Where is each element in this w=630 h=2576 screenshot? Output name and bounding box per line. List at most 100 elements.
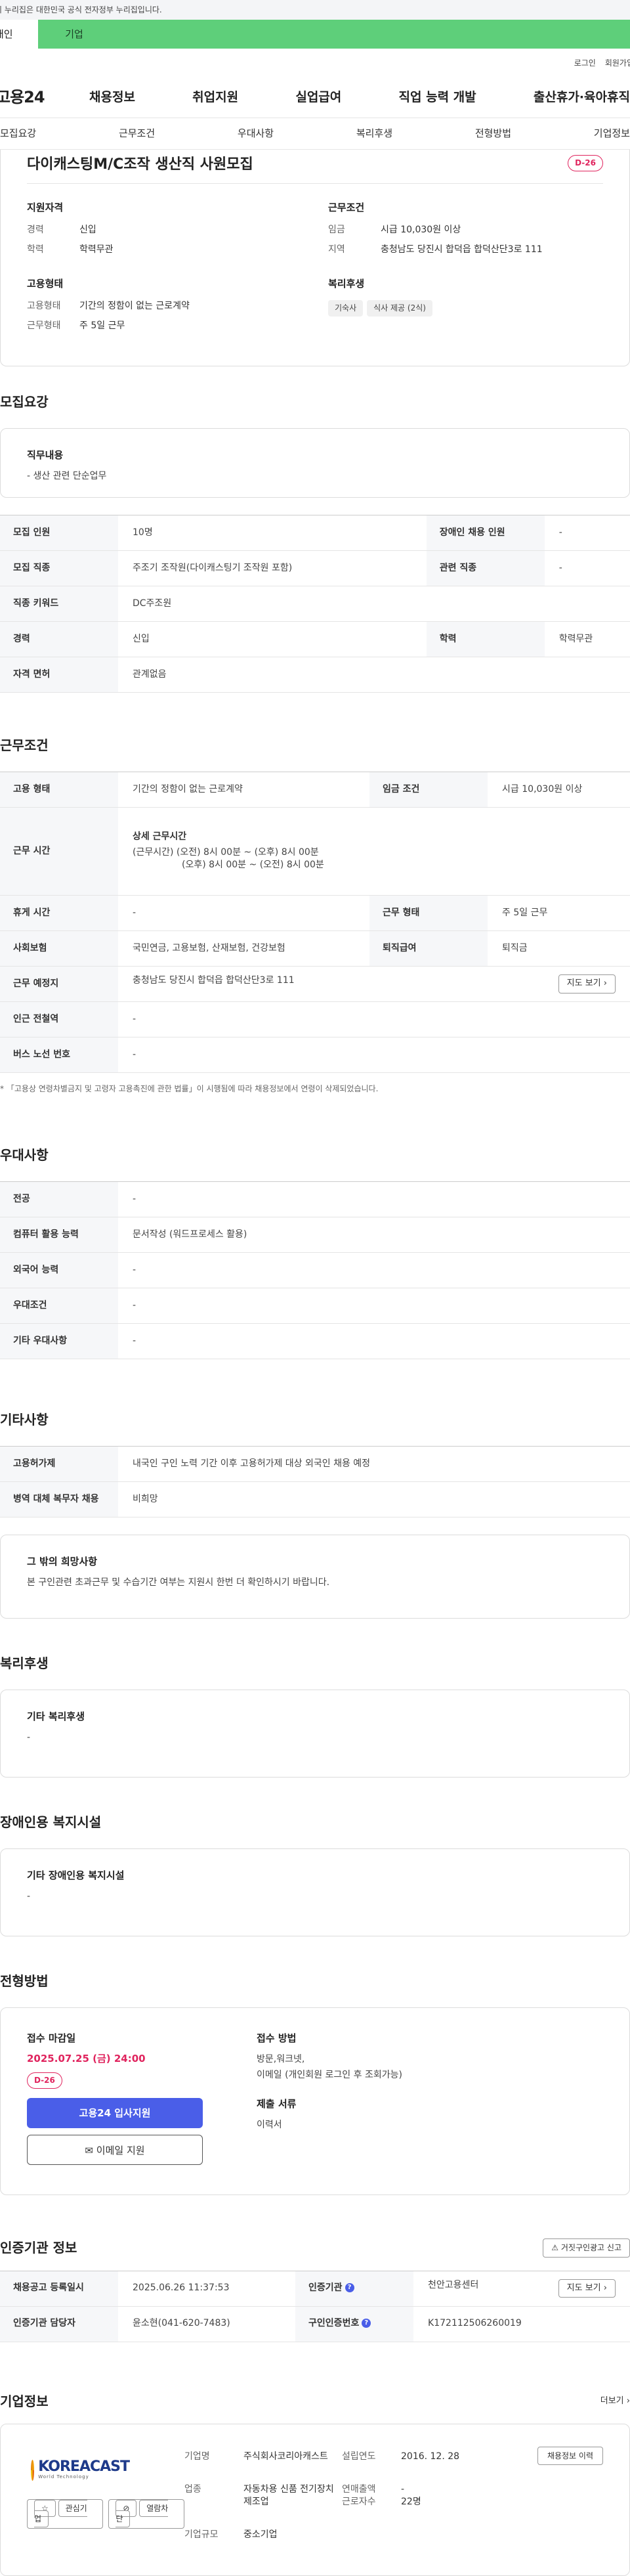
site-logo[interactable]: 고용24 [0, 87, 75, 109]
company-card: KOREACAST World Technology ☆ 관심기업 ⊘ 열람차단 … [0, 2423, 630, 2576]
gnb-item-leave[interactable]: 출산휴가·육아휴직 [519, 89, 630, 106]
report-button[interactable]: ⚠ 거짓구인광고 신고 [543, 2238, 630, 2258]
industry-label: 업종 [184, 2483, 201, 2495]
table-row: 모집 직종 주조기 조작원(다이캐스팅기 조작원 포함) 관련 직종 - [0, 550, 630, 586]
region-value: 충청남도 당진시 합덕읍 합덕산단3로 111 [381, 244, 543, 255]
table-header: 전공 [0, 1181, 118, 1217]
place-value: 충청남도 당진시 합덕읍 합덕산단3로 111 [133, 975, 295, 986]
table-row: 모집 인원 10명 장애인 채용 인원 - [0, 515, 630, 551]
cert-table: 채용공고 등록일시 2025.06.26 11:37:53 인증기관? 천안고용센터 지… [0, 2270, 630, 2342]
qualification-heading: 지원자격 [27, 202, 64, 213]
tab-prefer[interactable]: 우대사항 [238, 127, 274, 141]
company-actions: ☆ 관심기업 ⊘ 열람차단 [27, 2499, 184, 2529]
company-section-title: 기업정보 [0, 2393, 49, 2409]
more-link[interactable]: 더보기 › [600, 2395, 630, 2407]
size-label: 기업규모 [184, 2529, 219, 2541]
table-header: 고용허가제 [0, 1446, 118, 1482]
map-button[interactable]: 지도 보기 › [558, 2279, 616, 2298]
tab-company[interactable]: 기업정보 [594, 127, 630, 141]
table-header: 구인인증번호? [295, 2306, 414, 2342]
favorite-company-button[interactable]: ☆ 관심기업 [27, 2499, 104, 2529]
gnb-item-benefit[interactable]: 실업급여 [281, 89, 356, 106]
emp-type-value: 기간의 정함이 없는 근로계약 [79, 301, 190, 312]
wage-value: 시급 10,030원 이상 [381, 225, 461, 235]
summary-grid: 지원자격 경력 신입 학력 학력무관 근무조건 임금 시급 10,030원 이상 지역… [27, 201, 603, 339]
apply-section-title: 전형방법 [0, 1973, 49, 1989]
email-apply-button[interactable]: ✉ 이메일 지원 [27, 2134, 203, 2165]
dday-badge: D-26 [568, 155, 603, 171]
history-button[interactable]: 채용정보 이력 [537, 2446, 603, 2465]
company-name-label: 기업명 [184, 2451, 210, 2462]
table-cell: 주조기 조작원(다이캐스팅기 조작원 포함) [118, 550, 427, 586]
table-row: 휴게 시간 - 근무 형태 주 5일 근무 [0, 895, 630, 931]
table-cell: 비희망 [118, 1481, 630, 1517]
work-table: 고용 형태 기간의 정함이 없는 근로계약 임금 조건 시급 10,030원 이상 근… [0, 772, 630, 1073]
table-cell: - [544, 550, 630, 586]
section-tabs: 모집요강 근무조건 우대사항 복리후생 전형방법 기업정보 [0, 118, 630, 150]
table-cell: - [118, 1288, 630, 1324]
company-logo-col: KOREACAST World Technology ☆ 관심기업 ⊘ 열람차단 [27, 2447, 184, 2553]
disabled-box-text: - [27, 1890, 31, 1902]
deadline-date: 2025.07.25 (금) 24:00 [27, 2052, 146, 2064]
company-info-grid: 기업명 주식회사코리아캐스트 설립연도 2016. 12. 28 업종 자동차용 신품… [184, 2451, 537, 2553]
apply-button[interactable]: 고용24 입사지원 [27, 2097, 203, 2128]
help-icon[interactable]: ? [345, 2283, 354, 2293]
company-logo: KOREACAST World Technology [31, 2453, 130, 2487]
table-cell: 관계없음 [118, 657, 630, 693]
welfare-box: 기타 복리후생 - [0, 1689, 630, 1778]
tab-company[interactable]: 기업 [38, 20, 110, 49]
disabled-box: 기타 장애인용 복지시설 - [0, 1848, 630, 1936]
map-button[interactable]: 지도 보기 › [558, 974, 616, 993]
table-row: 컴퓨터 활용 능력 문서작성 (워드프로세스 활용) [0, 1217, 630, 1253]
tab-welfare[interactable]: 복리후생 [356, 127, 392, 141]
table-row: 사회보험 국민연금, 고용보험, 산재보험, 건강보험 퇴직급여 퇴직금 [0, 930, 630, 967]
edu-value: 학력무관 [79, 244, 114, 255]
gnb-item-support[interactable]: 취업지원 [178, 89, 253, 106]
company-logo-mark [31, 2459, 35, 2481]
table-header: 우대조건 [0, 1288, 118, 1324]
block-company-button[interactable]: ⊘ 열람차단 [108, 2499, 184, 2529]
method-label: 접수 방법 [257, 2032, 297, 2044]
duty-text: - 생산 관련 단순업무 [27, 471, 107, 481]
table-header: 고용 형태 [0, 772, 118, 808]
table-row: 채용공고 등록일시 2025.06.26 11:37:53 인증기관? 천안고용센터 지… [0, 2271, 630, 2307]
welfare-chip: 식사 제공 (2식) [367, 300, 432, 317]
table-cell: - [118, 1181, 630, 1217]
qualification-block: 지원자격 경력 신입 학력 학력무관 [27, 201, 302, 263]
help-icon[interactable]: ? [362, 2319, 371, 2328]
tab-work[interactable]: 근무조건 [119, 127, 155, 141]
wage-label: 임금 [328, 225, 345, 235]
table-cell: 10명 [118, 515, 427, 551]
table-cell: 주 5일 근무 [488, 895, 630, 931]
job-title-row: 다이캐스팅M/C조작 생산직 사원모집 D-26 [27, 150, 603, 184]
career-label: 경력 [27, 225, 44, 235]
tab-apply[interactable]: 전형방법 [475, 127, 511, 141]
table-header: 임금 조건 [369, 772, 488, 808]
table-header: 근무 형태 [369, 895, 488, 931]
table-row: 경력 신입 학력 학력무관 [0, 621, 630, 657]
table-cell: - [544, 515, 630, 551]
mail-icon: ✉ [85, 2144, 93, 2156]
gnb-item-training[interactable]: 직업 능력 개발 [385, 89, 491, 106]
welfare-section-title: 복리후생 [0, 1655, 49, 1671]
method-line-2: 이메일 (개인회원 로그인 후 조회가능) [257, 2069, 402, 2080]
table-header: 기타 우대사항 [0, 1323, 118, 1359]
join-link[interactable]: 회원가입 [605, 58, 630, 69]
deadline-label: 접수 마감일 [27, 2032, 76, 2044]
apply-right: 접수 방법 방문,워크넷, 이메일 (개인회원 로그인 후 조회가능) 제출 서… [257, 2032, 402, 2171]
edu-label: 학력 [27, 244, 44, 255]
table-cell: DC주조원 [118, 586, 630, 622]
gnb-item-jobs[interactable]: 채용정보 [75, 89, 150, 106]
table-row: 인증기관 담당자 윤소현(041-620-7483) 구인인증번호? K1721125… [0, 2306, 630, 2342]
work-section-title: 근무조건 [0, 737, 49, 753]
prefer-table: 전공 - 컴퓨터 활용 능력 문서작성 (워드프로세스 활용) 외국어 능력 - 우대… [0, 1181, 630, 1359]
employment-heading: 고용형태 [27, 278, 64, 290]
login-link[interactable]: 로그인 [574, 58, 596, 69]
table-header: 퇴직급여 [369, 930, 488, 967]
tab-recruit[interactable]: 모집요강 [0, 127, 36, 141]
est-label: 설립연도 [342, 2451, 376, 2462]
table-header: 인증기관 담당자 [0, 2306, 118, 2342]
tab-personal[interactable]: 개인 [0, 20, 38, 49]
table-cell: - [118, 1001, 630, 1037]
employees-value: 22명 [401, 2497, 421, 2508]
